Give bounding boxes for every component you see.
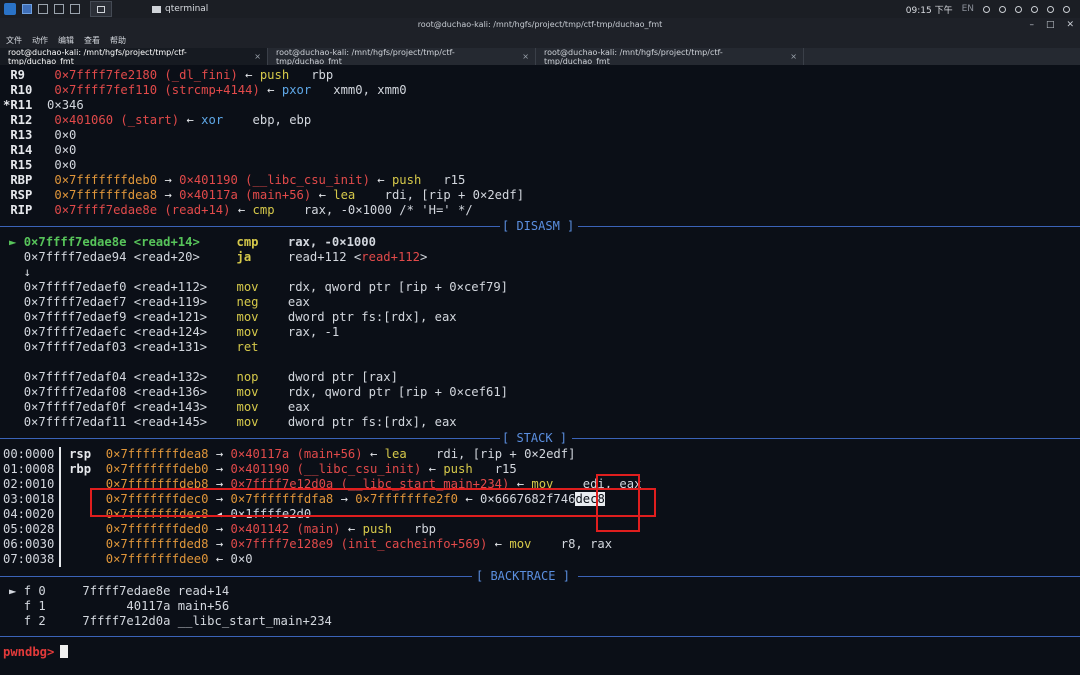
backtrace-row: f 1 40117a main+56 bbox=[23, 599, 230, 613]
maximize-icon[interactable]: □ bbox=[1046, 18, 1055, 32]
clock[interactable]: 09:15 下午 bbox=[906, 3, 953, 16]
workspace-4-icon[interactable] bbox=[70, 4, 80, 14]
disasm-row: 0×7ffff7edaf11 <read+145> mov dword ptr … bbox=[23, 415, 457, 429]
register-row: RBP 0×7fffffffdeb0 → 0×401190 (__libc_cs… bbox=[10, 173, 466, 187]
menu-help[interactable]: 帮助 bbox=[110, 35, 126, 46]
taskbar-item-qterminal[interactable]: qterminal bbox=[152, 1, 262, 17]
disasm-row: 0×7ffff7edaef7 <read+119> neg eax bbox=[23, 295, 310, 309]
disasm-separator: [ DISASM ] bbox=[0, 219, 1080, 234]
disasm-row: 0×7ffff7edaf0f <read+143> mov eax bbox=[23, 400, 310, 414]
menu-view[interactable]: 查看 bbox=[84, 35, 100, 46]
disasm-row: 0×7ffff7edaef9 <read+121> mov dword ptr … bbox=[23, 310, 457, 324]
annotation-box-row bbox=[90, 488, 656, 517]
window-title: root@duchao-kali: /mnt/hgfs/project/tmp/… bbox=[417, 20, 663, 29]
terminal-output[interactable]: R9 0×7ffff7fe2180 (_dl_fini) ← push rbp … bbox=[0, 65, 1080, 675]
kali-menu-icon[interactable] bbox=[4, 3, 16, 15]
menu-file[interactable]: 文件 bbox=[6, 35, 22, 46]
workspace-3-icon[interactable] bbox=[54, 4, 64, 14]
stack-separator: [ STACK ] bbox=[0, 431, 1080, 446]
disasm-label: [ DISASM ] bbox=[502, 219, 575, 233]
disasm-jump-arrow: ↓ bbox=[23, 265, 32, 279]
tab-label: root@duchao-kali: /mnt/hgfs/project/tmp/… bbox=[544, 47, 723, 66]
menu-edit[interactable]: 编辑 bbox=[58, 35, 74, 46]
disasm-row: 0×7ffff7edaf04 <read+132> nop dword ptr … bbox=[23, 370, 398, 384]
tab-terminal-3[interactable]: root@duchao-kali: /mnt/hgfs/project/tmp/… bbox=[536, 47, 804, 66]
tab-label: root@duchao-kali: /mnt/hgfs/project/tmp/… bbox=[276, 47, 455, 66]
backtrace-row: f 2 7ffff7e12d0a __libc_start_main+234 bbox=[23, 614, 332, 628]
disasm-row-current: ► 0×7ffff7edae8e <read+14> cmp rax, -0×1… bbox=[9, 235, 376, 249]
keyboard-layout[interactable]: EN bbox=[962, 4, 974, 14]
register-row: *R11 0×346 bbox=[3, 98, 84, 112]
tab-bar: root@duchao-kali: /mnt/hgfs/project/tmp/… bbox=[0, 47, 1080, 66]
stack-row: 06:0030 0×7fffffffded8 → 0×7ffff7e128e9 … bbox=[3, 537, 613, 551]
stack-row: 07:0038 0×7fffffffdee0 ← 0×0 bbox=[3, 552, 253, 566]
close-icon[interactable]: ✕ bbox=[1066, 18, 1074, 32]
register-row: R13 0×0 bbox=[10, 128, 77, 142]
tab-close-icon[interactable]: × bbox=[254, 52, 261, 61]
disasm-row: 0×7ffff7edae94 <read+20> ja read+112 <re… bbox=[23, 250, 428, 264]
tab-close-icon[interactable]: × bbox=[522, 52, 529, 61]
show-desktop-button[interactable] bbox=[90, 1, 112, 17]
window-titlebar[interactable]: root@duchao-kali: /mnt/hgfs/project/tmp/… bbox=[0, 18, 1080, 32]
terminal-icon bbox=[152, 5, 161, 13]
disasm-row: 0×7ffff7edaefc <read+124> mov rax, -1 bbox=[23, 325, 340, 339]
tab-close-icon[interactable]: × bbox=[790, 52, 797, 61]
stack-row: 05:0028 0×7fffffffded0 → 0×401142 (main)… bbox=[3, 522, 436, 536]
menu-action[interactable]: 动作 bbox=[32, 35, 48, 46]
stack-row: 01:0008 rbp 0×7fffffffdeb0 → 0×401190 (_… bbox=[3, 462, 517, 476]
register-row: RIP 0×7ffff7edae8e (read+14) ← cmp rax, … bbox=[10, 203, 473, 217]
disasm-row: 0×7ffff7edaf08 <read+136> mov rdx, qword… bbox=[23, 385, 508, 399]
volume-icon[interactable] bbox=[999, 5, 1006, 13]
prompt-label: pwndbg> bbox=[3, 645, 55, 659]
backtrace-row-current: ► f 0 7ffff7edae8e read+14 bbox=[9, 584, 230, 598]
text-cursor bbox=[60, 645, 69, 658]
register-row: R9 0×7ffff7fe2180 (_dl_fini) ← push rbp bbox=[10, 68, 334, 82]
taskbar-item-label: qterminal bbox=[165, 4, 209, 14]
refresh-icon[interactable] bbox=[983, 5, 990, 13]
top-panel: qterminal 09:15 下午 EN bbox=[0, 0, 1080, 18]
disasm-row: 0×7ffff7edaf03 <read+131> ret bbox=[23, 340, 259, 354]
lock-icon[interactable] bbox=[1047, 5, 1054, 13]
tab-terminal-2[interactable]: root@duchao-kali: /mnt/hgfs/project/tmp/… bbox=[268, 47, 536, 66]
disasm-row: 0×7ffff7edaef0 <read+112> mov rdx, qword… bbox=[23, 280, 508, 294]
backtrace-label: [ BACKTRACE ] bbox=[476, 569, 570, 583]
power-icon[interactable] bbox=[1063, 5, 1070, 13]
tab-label: root@duchao-kali: /mnt/hgfs/project/tmp/… bbox=[8, 47, 187, 66]
register-row: R14 0×0 bbox=[10, 143, 77, 157]
system-tray: 09:15 下午 EN bbox=[906, 3, 1080, 16]
workspace-2-icon[interactable] bbox=[38, 4, 48, 14]
minimize-icon[interactable]: – bbox=[1029, 18, 1034, 32]
backtrace-separator: [ BACKTRACE ] bbox=[0, 569, 1080, 584]
stack-label: [ STACK ] bbox=[502, 431, 568, 445]
register-row: R12 0×401060 (_start) ← xor ebp, ebp bbox=[10, 113, 312, 127]
stack-row: 00:0000 rsp 0×7fffffffdea8 → 0×40117a (m… bbox=[3, 447, 576, 461]
register-row: R10 0×7ffff7fef110 (strcmp+4144) ← pxor … bbox=[10, 83, 407, 97]
annotation-box-value bbox=[596, 474, 640, 532]
menu-bar: 文件 动作 编辑 查看 帮助 bbox=[0, 32, 1080, 48]
settings-icon[interactable] bbox=[1031, 5, 1038, 13]
command-prompt[interactable]: pwndbg> bbox=[3, 645, 69, 660]
notification-icon[interactable] bbox=[1015, 5, 1022, 13]
tab-terminal-1[interactable]: root@duchao-kali: /mnt/hgfs/project/tmp/… bbox=[0, 47, 268, 66]
register-row: RSP 0×7fffffffdea8 → 0×40117a (main+56) … bbox=[10, 188, 525, 202]
desktop-icon bbox=[97, 5, 105, 13]
end-separator bbox=[0, 629, 1080, 644]
workspace-1-icon[interactable] bbox=[22, 4, 32, 14]
register-row: R15 0×0 bbox=[10, 158, 77, 172]
